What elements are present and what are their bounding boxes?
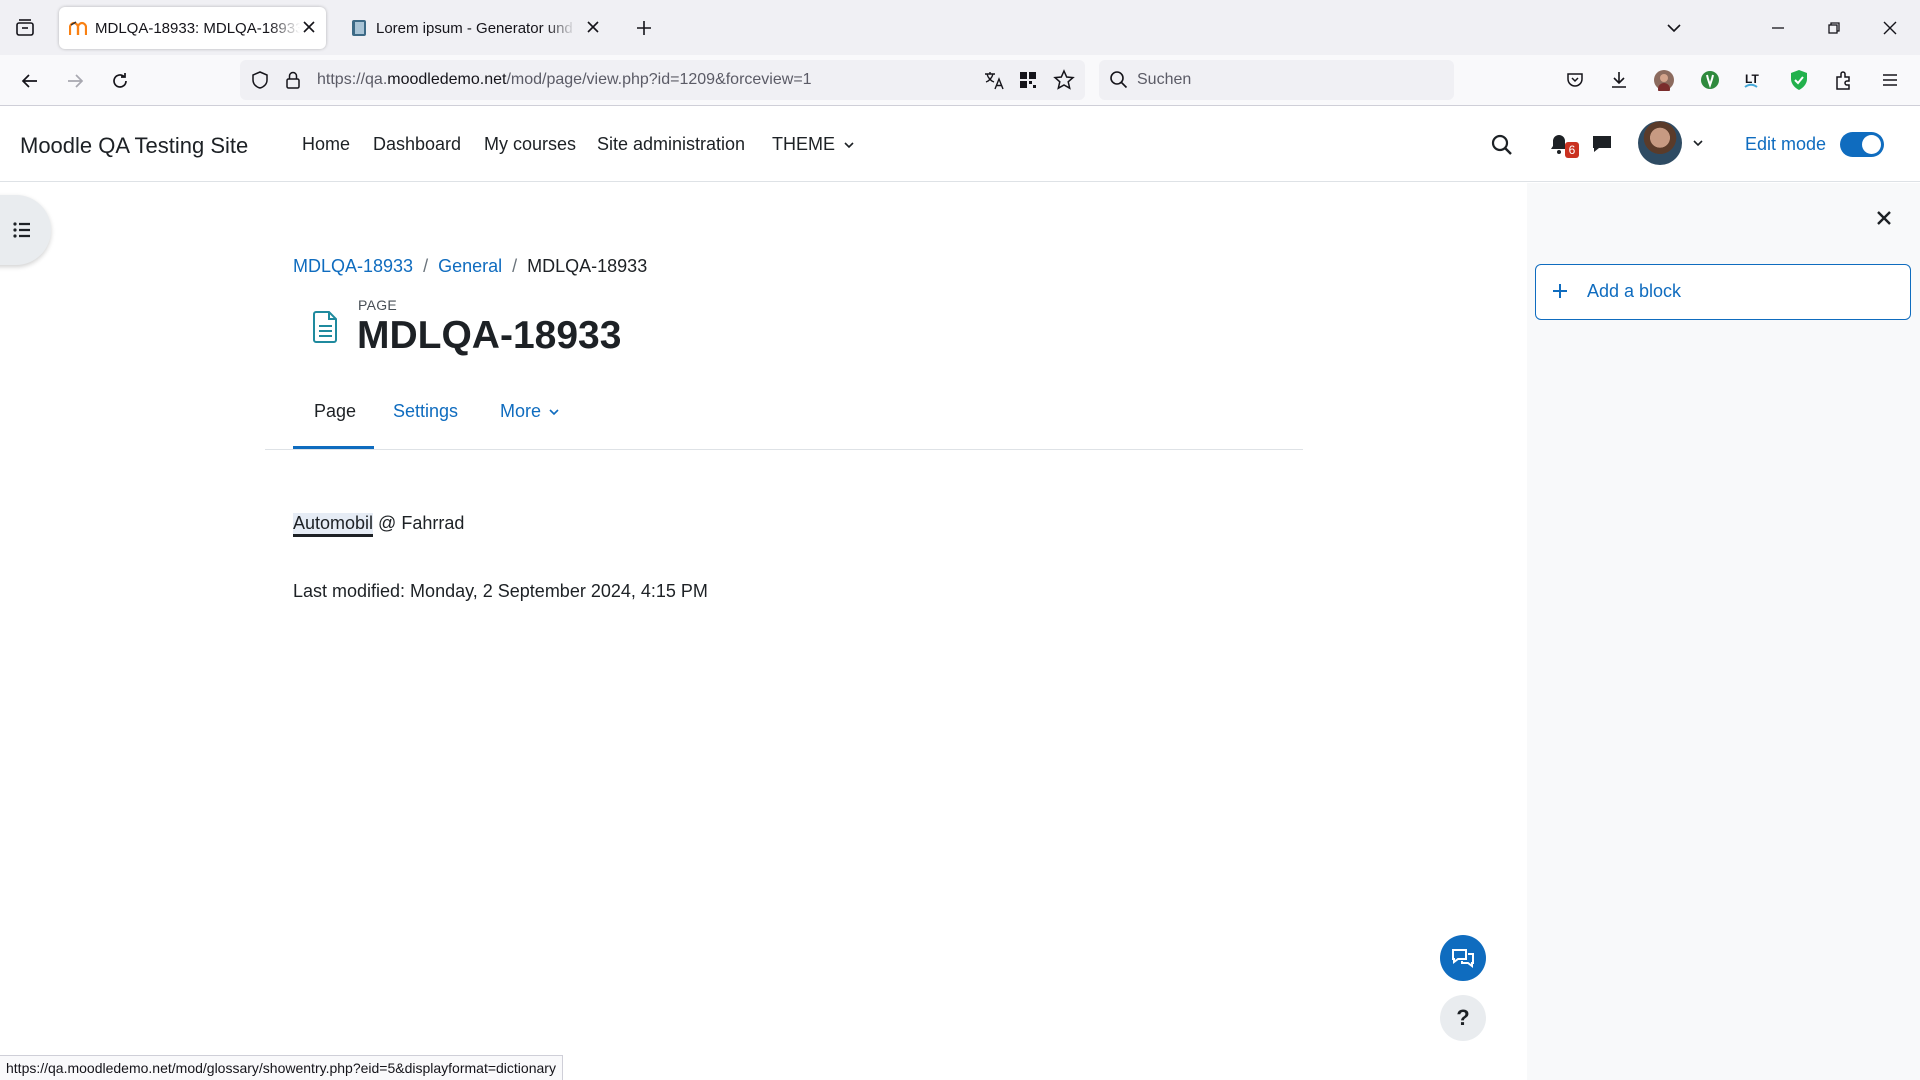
edit-mode-label: Edit mode: [1745, 134, 1827, 154]
edit-mode-toggle[interactable]: [1840, 132, 1884, 157]
tab-page[interactable]: Page: [314, 401, 356, 422]
breadcrumb-separator: /: [512, 256, 518, 276]
close-icon[interactable]: [1875, 209, 1893, 227]
url-text[interactable]: https://qa.moodledemo.net/mod/page/view.…: [317, 71, 812, 89]
notification-badge: 6: [1565, 142, 1579, 158]
hamburger-menu-icon[interactable]: [1874, 64, 1906, 96]
nav-site-administration[interactable]: Site administration: [597, 134, 745, 155]
moodle-favicon: [69, 20, 87, 36]
forward-arrow-icon[interactable]: [59, 65, 91, 97]
restore-icon[interactable]: [1820, 14, 1848, 42]
breadcrumb: MDLQA-18933 / General / MDLQA-18933: [293, 256, 647, 277]
breadcrumb-separator: /: [423, 256, 429, 276]
tab-moodle[interactable]: MDLQA-18933: MDLQA-18933: [59, 7, 326, 49]
secondary-navigation: Page Settings More: [265, 390, 1303, 450]
browser-tab-bar: MDLQA-18933: MDLQA-18933 Lorem ipsum - G…: [0, 0, 1920, 55]
tracking-shield-icon[interactable]: [250, 70, 270, 90]
page-document-icon: [312, 310, 340, 344]
nav-theme[interactable]: THEME: [772, 134, 855, 155]
new-tab-icon[interactable]: [628, 12, 660, 44]
status-bar-url: https://qa.moodledemo.net/mod/glossary/s…: [0, 1055, 563, 1080]
search-icon: [1109, 70, 1129, 90]
account-avatar-icon[interactable]: [1648, 64, 1680, 96]
minimize-icon[interactable]: [1764, 14, 1792, 42]
chat-bubbles-icon: [1450, 946, 1476, 970]
breadcrumb-section[interactable]: General: [438, 256, 502, 276]
course-index-toggle[interactable]: [0, 195, 51, 265]
moodle-navbar: Moodle QA Testing Site Home Dashboard My…: [0, 107, 1920, 182]
tab-overview-icon[interactable]: [9, 12, 41, 44]
window-close-icon[interactable]: [1876, 14, 1904, 42]
shield-extension-icon[interactable]: [1694, 64, 1726, 96]
close-icon[interactable]: [301, 19, 317, 35]
search-placeholder: Suchen: [1137, 71, 1192, 88]
languagetool-icon[interactable]: LT: [1739, 64, 1771, 96]
lock-icon[interactable]: [284, 70, 302, 90]
url-bar[interactable]: https://qa.moodledemo.net/mod/page/view.…: [240, 60, 1085, 100]
pocket-icon[interactable]: [1559, 64, 1591, 96]
list-icon: [12, 220, 32, 240]
tab-more-label: More: [500, 401, 542, 421]
reload-icon[interactable]: [104, 65, 136, 97]
help-button[interactable]: ?: [1440, 995, 1486, 1041]
user-avatar[interactable]: [1638, 121, 1682, 165]
nav-dashboard[interactable]: Dashboard: [373, 134, 461, 155]
message-icon[interactable]: [1591, 133, 1613, 155]
site-name[interactable]: Moodle QA Testing Site: [20, 133, 248, 159]
glossary-autolink[interactable]: Automobil: [293, 513, 374, 537]
bookmark-star-icon[interactable]: [1053, 69, 1075, 91]
chevron-down-icon: [843, 140, 855, 150]
page-content: Automobil @ Fahrrad: [293, 513, 465, 537]
chevron-down-icon[interactable]: [1692, 138, 1704, 148]
nav-my-courses[interactable]: My courses: [484, 134, 576, 155]
question-mark-icon: ?: [1456, 1005, 1470, 1030]
nav-theme-label: THEME: [772, 134, 835, 154]
page-type-label: PAGE: [358, 297, 398, 313]
close-icon[interactable]: [585, 19, 601, 35]
book-favicon: [350, 19, 368, 37]
add-block-button[interactable]: Add a block: [1535, 264, 1911, 320]
last-modified: Last modified: Monday, 2 September 2024,…: [293, 581, 708, 601]
url-prefix: https://qa.: [317, 71, 388, 88]
nav-home[interactable]: Home: [302, 134, 350, 155]
tab-settings[interactable]: Settings: [393, 401, 458, 422]
breadcrumb-course[interactable]: MDLQA-18933: [293, 256, 413, 276]
page-title: MDLQA-18933: [357, 314, 622, 357]
translate-icon[interactable]: [983, 69, 1005, 91]
back-arrow-icon[interactable]: [14, 65, 46, 97]
breadcrumb-current: MDLQA-18933: [527, 256, 648, 276]
download-icon[interactable]: [1603, 64, 1635, 96]
tab-lorem-ipsum[interactable]: Lorem ipsum - Generator und Info: [340, 7, 610, 49]
search-bar[interactable]: Suchen: [1099, 60, 1454, 100]
extensions-puzzle-icon[interactable]: [1828, 64, 1860, 96]
add-block-label: Add a block: [1587, 281, 1682, 301]
tab-title: MDLQA-18933: MDLQA-18933: [95, 19, 300, 37]
messaging-drawer-button[interactable]: [1440, 935, 1486, 981]
active-tab-indicator: [293, 446, 374, 449]
qr-code-icon[interactable]: [1018, 70, 1038, 90]
url-domain: moodledemo.net: [387, 71, 507, 88]
chevron-down-icon: [548, 407, 560, 417]
url-path: /mod/page/view.php?id=1209&forceview=1: [506, 71, 812, 88]
tab-title: Lorem ipsum - Generator und Info: [376, 19, 576, 37]
tab-more[interactable]: More: [500, 401, 560, 422]
security-shield-icon[interactable]: [1783, 64, 1815, 96]
content-text: @ Fahrrad: [373, 513, 465, 533]
list-all-tabs-icon[interactable]: [1660, 14, 1688, 42]
search-icon[interactable]: [1491, 134, 1513, 156]
plus-icon: [1551, 282, 1569, 300]
